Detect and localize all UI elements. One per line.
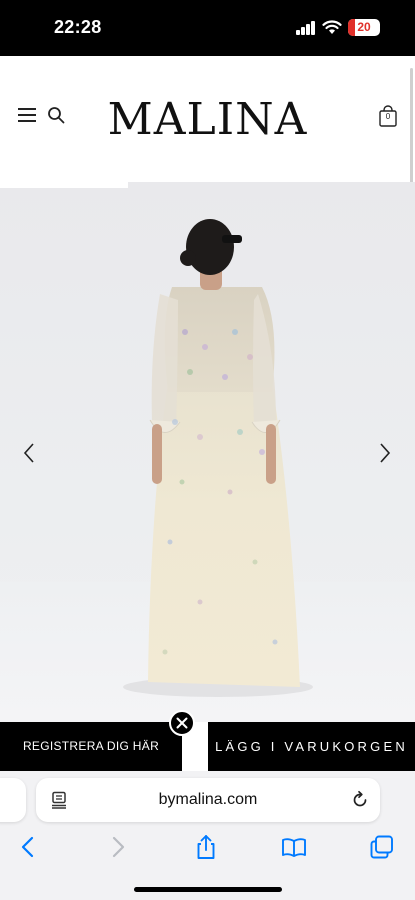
browser-chrome: bymalina.com xyxy=(0,771,415,900)
site-logo[interactable]: MALINA xyxy=(0,94,415,145)
bookmarks-icon[interactable] xyxy=(280,833,308,861)
chevron-left-icon[interactable] xyxy=(20,440,38,466)
signal-icon xyxy=(296,21,316,35)
chevron-right-icon[interactable] xyxy=(376,440,394,466)
forward-icon[interactable] xyxy=(104,833,132,861)
sticky-bar: REGISTRERA DIG HÄR LÄGG I VARUKORGEN xyxy=(0,710,415,771)
webpage: MALINA 0 REGISTRERA DIG HÄR LÄGG I VARUK… xyxy=(0,56,415,771)
previous-tab[interactable] xyxy=(0,778,26,822)
home-indicator xyxy=(134,887,282,892)
shopping-bag-icon[interactable]: 0 xyxy=(378,105,398,127)
add-to-cart-button[interactable]: LÄGG I VARUKORGEN xyxy=(208,722,415,771)
site-header: MALINA 0 xyxy=(0,56,415,208)
tabs-icon[interactable] xyxy=(368,833,396,861)
reload-icon[interactable] xyxy=(350,790,370,810)
status-bar: 22:28 20 xyxy=(0,0,415,56)
wifi-icon xyxy=(322,20,342,34)
product-image[interactable] xyxy=(0,182,415,722)
battery-icon: 20 xyxy=(348,19,380,36)
back-icon[interactable] xyxy=(14,833,42,861)
close-icon[interactable] xyxy=(169,710,195,736)
url-text: bymalina.com xyxy=(158,791,258,808)
address-bar[interactable]: bymalina.com xyxy=(36,778,380,822)
battery-level: 20 xyxy=(357,20,371,34)
status-time: 22:28 xyxy=(54,17,102,37)
dress-photo xyxy=(123,219,313,697)
register-button[interactable]: REGISTRERA DIG HÄR xyxy=(0,722,182,771)
cart-count: 0 xyxy=(385,112,391,121)
share-icon[interactable] xyxy=(192,833,220,861)
